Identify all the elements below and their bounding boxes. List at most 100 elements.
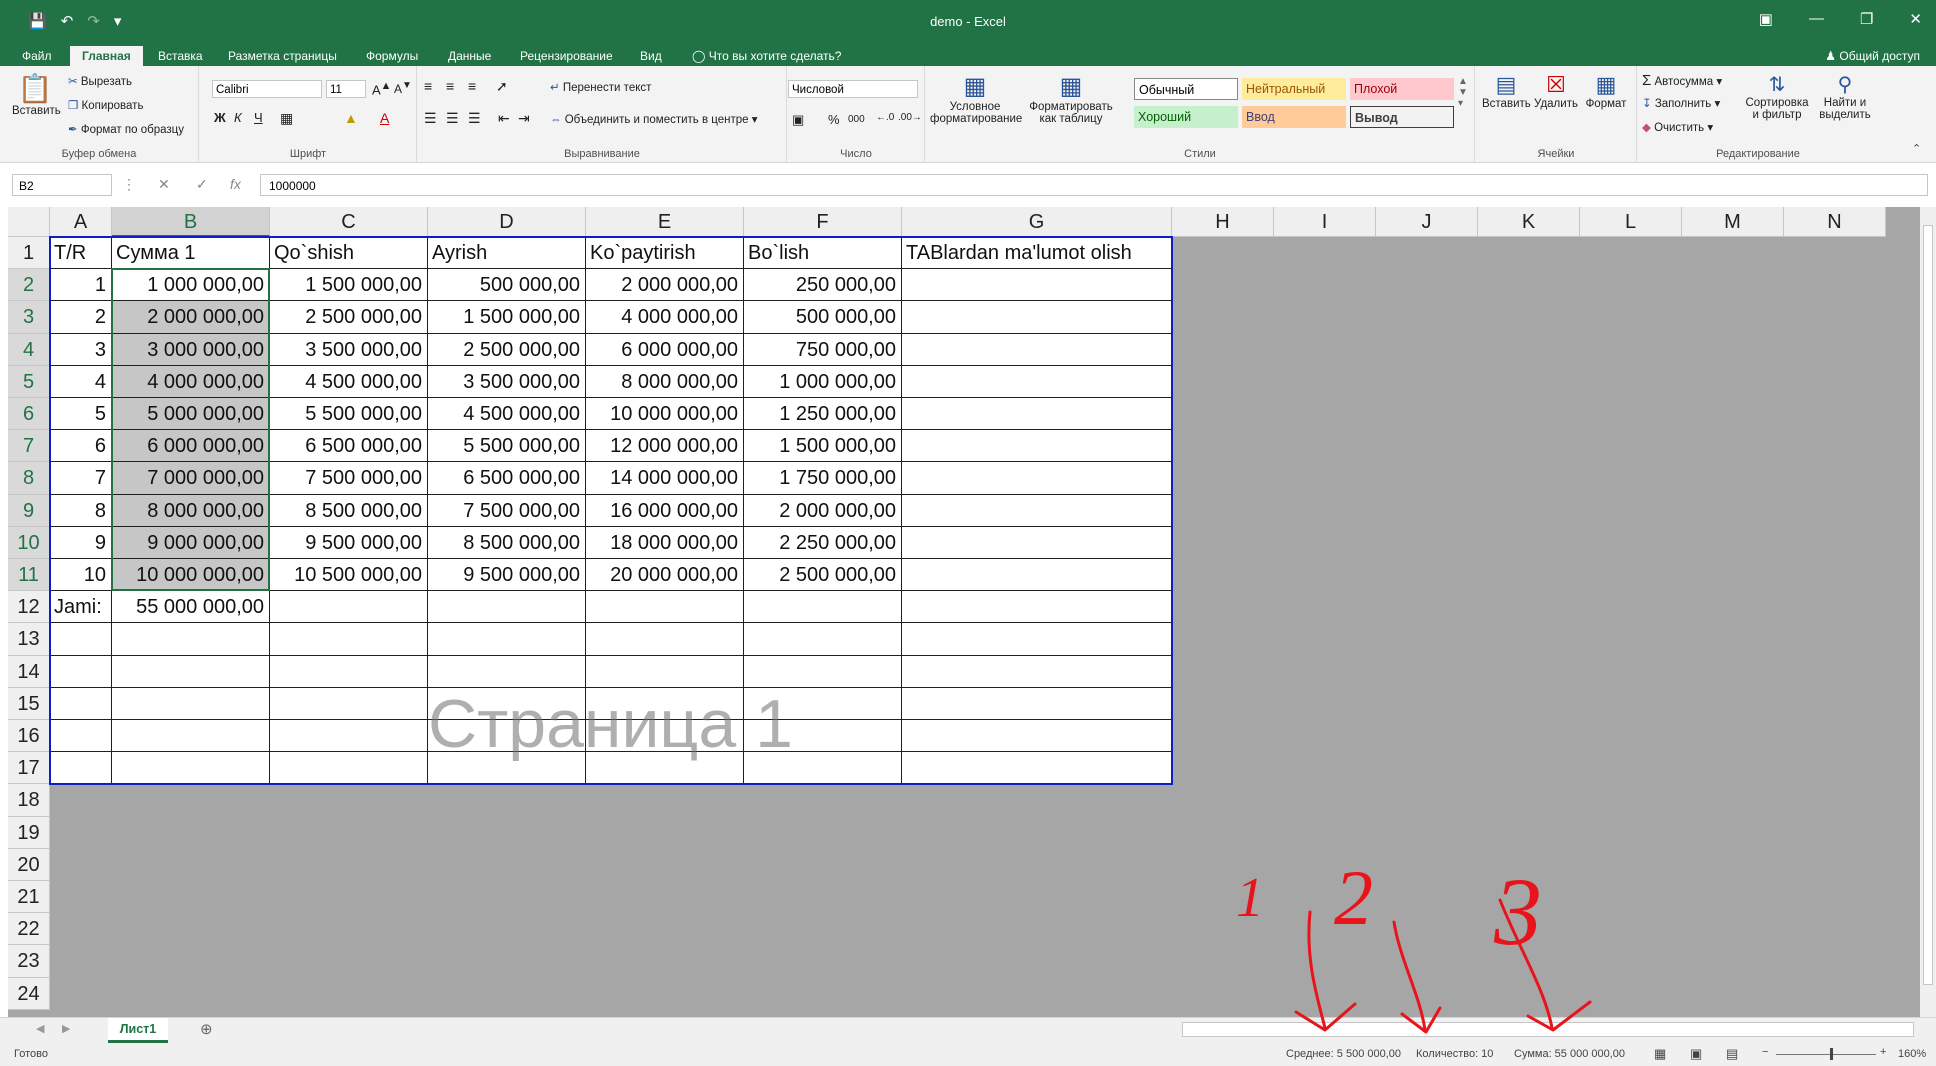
- cell-e17[interactable]: [586, 752, 744, 785]
- autosum-button[interactable]: Σ Автосумма ▾: [1642, 72, 1722, 89]
- cell-a10[interactable]: 9: [50, 526, 112, 559]
- cell-b8[interactable]: 7 000 000,00: [112, 462, 270, 495]
- increase-indent-icon[interactable]: ⇥: [518, 110, 530, 127]
- cell-d2[interactable]: 500 000,00: [428, 269, 586, 302]
- align-center-icon[interactable]: ☰: [446, 110, 459, 127]
- cell-b17[interactable]: [112, 752, 270, 785]
- cell-a3[interactable]: 2: [50, 301, 112, 334]
- tell-me-box[interactable]: ◯ Что вы хотите сделать?: [680, 46, 853, 66]
- cell-a13[interactable]: [50, 623, 112, 656]
- cell-b5[interactable]: 4 000 000,00: [112, 365, 270, 398]
- cell-b9[interactable]: 8 000 000,00: [112, 494, 270, 527]
- add-sheet-icon[interactable]: ⊕: [200, 1020, 213, 1038]
- column-header-d[interactable]: D: [428, 207, 586, 237]
- cell-b14[interactable]: [112, 655, 270, 688]
- row-header-21[interactable]: 21: [8, 881, 50, 914]
- row-header-6[interactable]: 6: [8, 398, 50, 431]
- column-header-a[interactable]: A: [50, 207, 112, 237]
- style-bad[interactable]: Плохой: [1350, 78, 1454, 100]
- tab-data[interactable]: Данные: [436, 46, 503, 66]
- grow-font-icon[interactable]: A▲: [372, 80, 391, 97]
- row-header-23[interactable]: 23: [8, 945, 50, 978]
- decrease-indent-icon[interactable]: ⇤: [498, 110, 510, 127]
- cancel-icon[interactable]: ✕: [158, 176, 170, 193]
- column-header-b[interactable]: B: [112, 207, 270, 237]
- row-header-20[interactable]: 20: [8, 848, 50, 881]
- cell-c13[interactable]: [270, 623, 428, 656]
- row-header-14[interactable]: 14: [8, 655, 50, 688]
- column-header-g[interactable]: G: [902, 207, 1172, 237]
- fill-button[interactable]: ↧ Заполнить ▾: [1642, 96, 1720, 110]
- restore-icon[interactable]: ❐: [1860, 10, 1873, 28]
- sort-filter-button[interactable]: ⇅ Сортировка и фильтр: [1744, 72, 1810, 121]
- cell-b16[interactable]: [112, 720, 270, 753]
- row-header-19[interactable]: 19: [8, 816, 50, 849]
- tab-insert[interactable]: Вставка: [146, 46, 215, 66]
- align-top-icon[interactable]: ≡: [424, 78, 432, 94]
- column-header-k[interactable]: K: [1478, 207, 1580, 237]
- cell-e11[interactable]: 20 000 000,00: [586, 559, 744, 592]
- cell-e15[interactable]: [586, 687, 744, 720]
- cell-g16[interactable]: [902, 720, 1172, 753]
- delete-cells-button[interactable]: ☒ Удалить: [1532, 72, 1580, 110]
- cell-e1[interactable]: Ko`paytirish: [586, 237, 744, 270]
- cell-c5[interactable]: 4 500 000,00: [270, 365, 428, 398]
- cell-c16[interactable]: [270, 720, 428, 753]
- cell-f4[interactable]: 750 000,00: [744, 333, 902, 366]
- align-left-icon[interactable]: ☰: [424, 110, 437, 127]
- cell-g5[interactable]: [902, 365, 1172, 398]
- tab-file[interactable]: Файл: [10, 46, 64, 66]
- cell-a16[interactable]: [50, 720, 112, 753]
- cell-d10[interactable]: 8 500 000,00: [428, 526, 586, 559]
- row-header-15[interactable]: 15: [8, 687, 50, 720]
- row-header-2[interactable]: 2: [8, 269, 50, 302]
- cell-e6[interactable]: 10 000 000,00: [586, 398, 744, 431]
- cell-c14[interactable]: [270, 655, 428, 688]
- style-normal[interactable]: Обычный: [1134, 78, 1238, 100]
- cell-f6[interactable]: 1 250 000,00: [744, 398, 902, 431]
- cell-a2[interactable]: 1: [50, 269, 112, 302]
- select-all-corner[interactable]: [8, 207, 50, 237]
- fill-color-icon[interactable]: ▲: [344, 110, 358, 126]
- row-header-12[interactable]: 12: [8, 591, 50, 624]
- format-cells-button[interactable]: ▦ Формат: [1582, 72, 1630, 110]
- cell-c3[interactable]: 2 500 000,00: [270, 301, 428, 334]
- cell-b15[interactable]: [112, 687, 270, 720]
- row-header-17[interactable]: 17: [8, 752, 50, 785]
- vertical-scroll-thumb[interactable]: [1923, 225, 1933, 985]
- italic-button[interactable]: К: [234, 110, 242, 125]
- page-break-preview-icon[interactable]: ▤: [1726, 1046, 1738, 1062]
- column-header-j[interactable]: J: [1376, 207, 1478, 237]
- cell-e3[interactable]: 4 000 000,00: [586, 301, 744, 334]
- zoom-level[interactable]: 160%: [1898, 1048, 1926, 1060]
- column-header-m[interactable]: M: [1682, 207, 1784, 237]
- cell-d12[interactable]: [428, 591, 586, 624]
- cell-d5[interactable]: 3 500 000,00: [428, 365, 586, 398]
- zoom-in-icon[interactable]: +: [1880, 1046, 1886, 1058]
- sheet-tab-1[interactable]: Лист1: [108, 1018, 168, 1043]
- cell-e14[interactable]: [586, 655, 744, 688]
- status-sum[interactable]: Сумма: 55 000 000,00: [1514, 1048, 1625, 1060]
- styles-scroll-icon[interactable]: ▲ ▼ ▾: [1458, 76, 1468, 109]
- cell-f9[interactable]: 2 000 000,00: [744, 494, 902, 527]
- cell-g12[interactable]: [902, 591, 1172, 624]
- cell-b4[interactable]: 3 000 000,00: [112, 333, 270, 366]
- row-header-1[interactable]: 1: [8, 237, 50, 270]
- cell-c6[interactable]: 5 500 000,00: [270, 398, 428, 431]
- row-header-13[interactable]: 13: [8, 623, 50, 656]
- cell-c17[interactable]: [270, 752, 428, 785]
- cell-a17[interactable]: [50, 752, 112, 785]
- cut-button[interactable]: ✂ Вырезать: [68, 74, 132, 88]
- cell-g11[interactable]: [902, 559, 1172, 592]
- cell-d7[interactable]: 5 500 000,00: [428, 430, 586, 463]
- cell-g4[interactable]: [902, 333, 1172, 366]
- cell-b3[interactable]: 2 000 000,00: [112, 301, 270, 334]
- cell-f1[interactable]: Bo`lish: [744, 237, 902, 270]
- column-header-e[interactable]: E: [586, 207, 744, 237]
- cell-g13[interactable]: [902, 623, 1172, 656]
- cell-f8[interactable]: 1 750 000,00: [744, 462, 902, 495]
- shrink-font-icon[interactable]: A▼: [394, 80, 412, 96]
- format-painter-button[interactable]: ✒ Формат по образцу: [68, 122, 184, 136]
- cell-g1[interactable]: TABlardan ma'lumot olish: [902, 237, 1172, 270]
- row-header-7[interactable]: 7: [8, 430, 50, 463]
